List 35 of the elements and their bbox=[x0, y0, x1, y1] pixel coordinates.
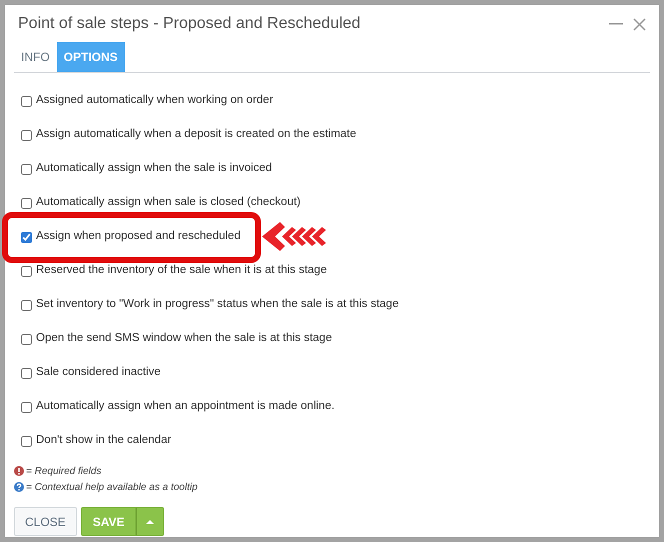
dropdown-button[interactable] bbox=[136, 507, 164, 536]
checkbox[interactable] bbox=[21, 198, 32, 208]
option-label: Automatically assign when the sale is invoiced bbox=[36, 161, 272, 176]
option-label: Set inventory to "Work in progress" status when the sale is at this stage bbox=[36, 297, 399, 312]
checkbox[interactable] bbox=[21, 402, 32, 412]
caret-icon bbox=[146, 520, 154, 524]
checkbox[interactable] bbox=[21, 334, 32, 344]
option-label: Reserved the inventory of the sale when it is at this stage bbox=[36, 263, 327, 278]
option-label: Don't show in the calendar bbox=[36, 433, 172, 448]
exclamation-icon bbox=[14, 466, 24, 476]
legend-text: = Contextual help available as a tooltip bbox=[26, 480, 198, 494]
checkbox[interactable] bbox=[21, 164, 32, 174]
checkbox[interactable] bbox=[21, 130, 32, 140]
close-button[interactable]: CLOSE bbox=[14, 507, 77, 536]
checkbox[interactable] bbox=[21, 232, 32, 242]
checkbox[interactable] bbox=[21, 368, 32, 378]
option-label: Sale considered inactive bbox=[36, 365, 161, 380]
minimize-icon[interactable] bbox=[609, 23, 623, 25]
option-label: Assigned automatically when working on order bbox=[36, 93, 274, 108]
checkbox[interactable] bbox=[21, 436, 32, 446]
checkbox[interactable] bbox=[21, 300, 32, 310]
tab[interactable]: OPTIONS bbox=[56, 42, 125, 72]
checkbox[interactable] bbox=[21, 266, 32, 276]
option-label: Assign when proposed and rescheduled bbox=[36, 229, 241, 244]
arrow-drawing bbox=[262, 221, 326, 252]
tab[interactable]: INFO bbox=[14, 42, 57, 72]
option-label: Open the send SMS window when the sale is at this stage bbox=[36, 331, 332, 346]
close-icon[interactable] bbox=[633, 18, 646, 30]
checkbox[interactable] bbox=[21, 96, 32, 106]
option-label: Assign automatically when a deposit is created on the estimate bbox=[36, 127, 356, 142]
option-label: Automatically assign when an appointment is made online. bbox=[36, 399, 335, 414]
question-icon bbox=[14, 482, 24, 492]
window-title: Point of sale steps - Proposed and Rescheduled bbox=[17, 14, 360, 34]
legend-text: = Required fields bbox=[26, 464, 102, 478]
option-label: Automatically assign when sale is closed (checkout) bbox=[36, 195, 301, 210]
